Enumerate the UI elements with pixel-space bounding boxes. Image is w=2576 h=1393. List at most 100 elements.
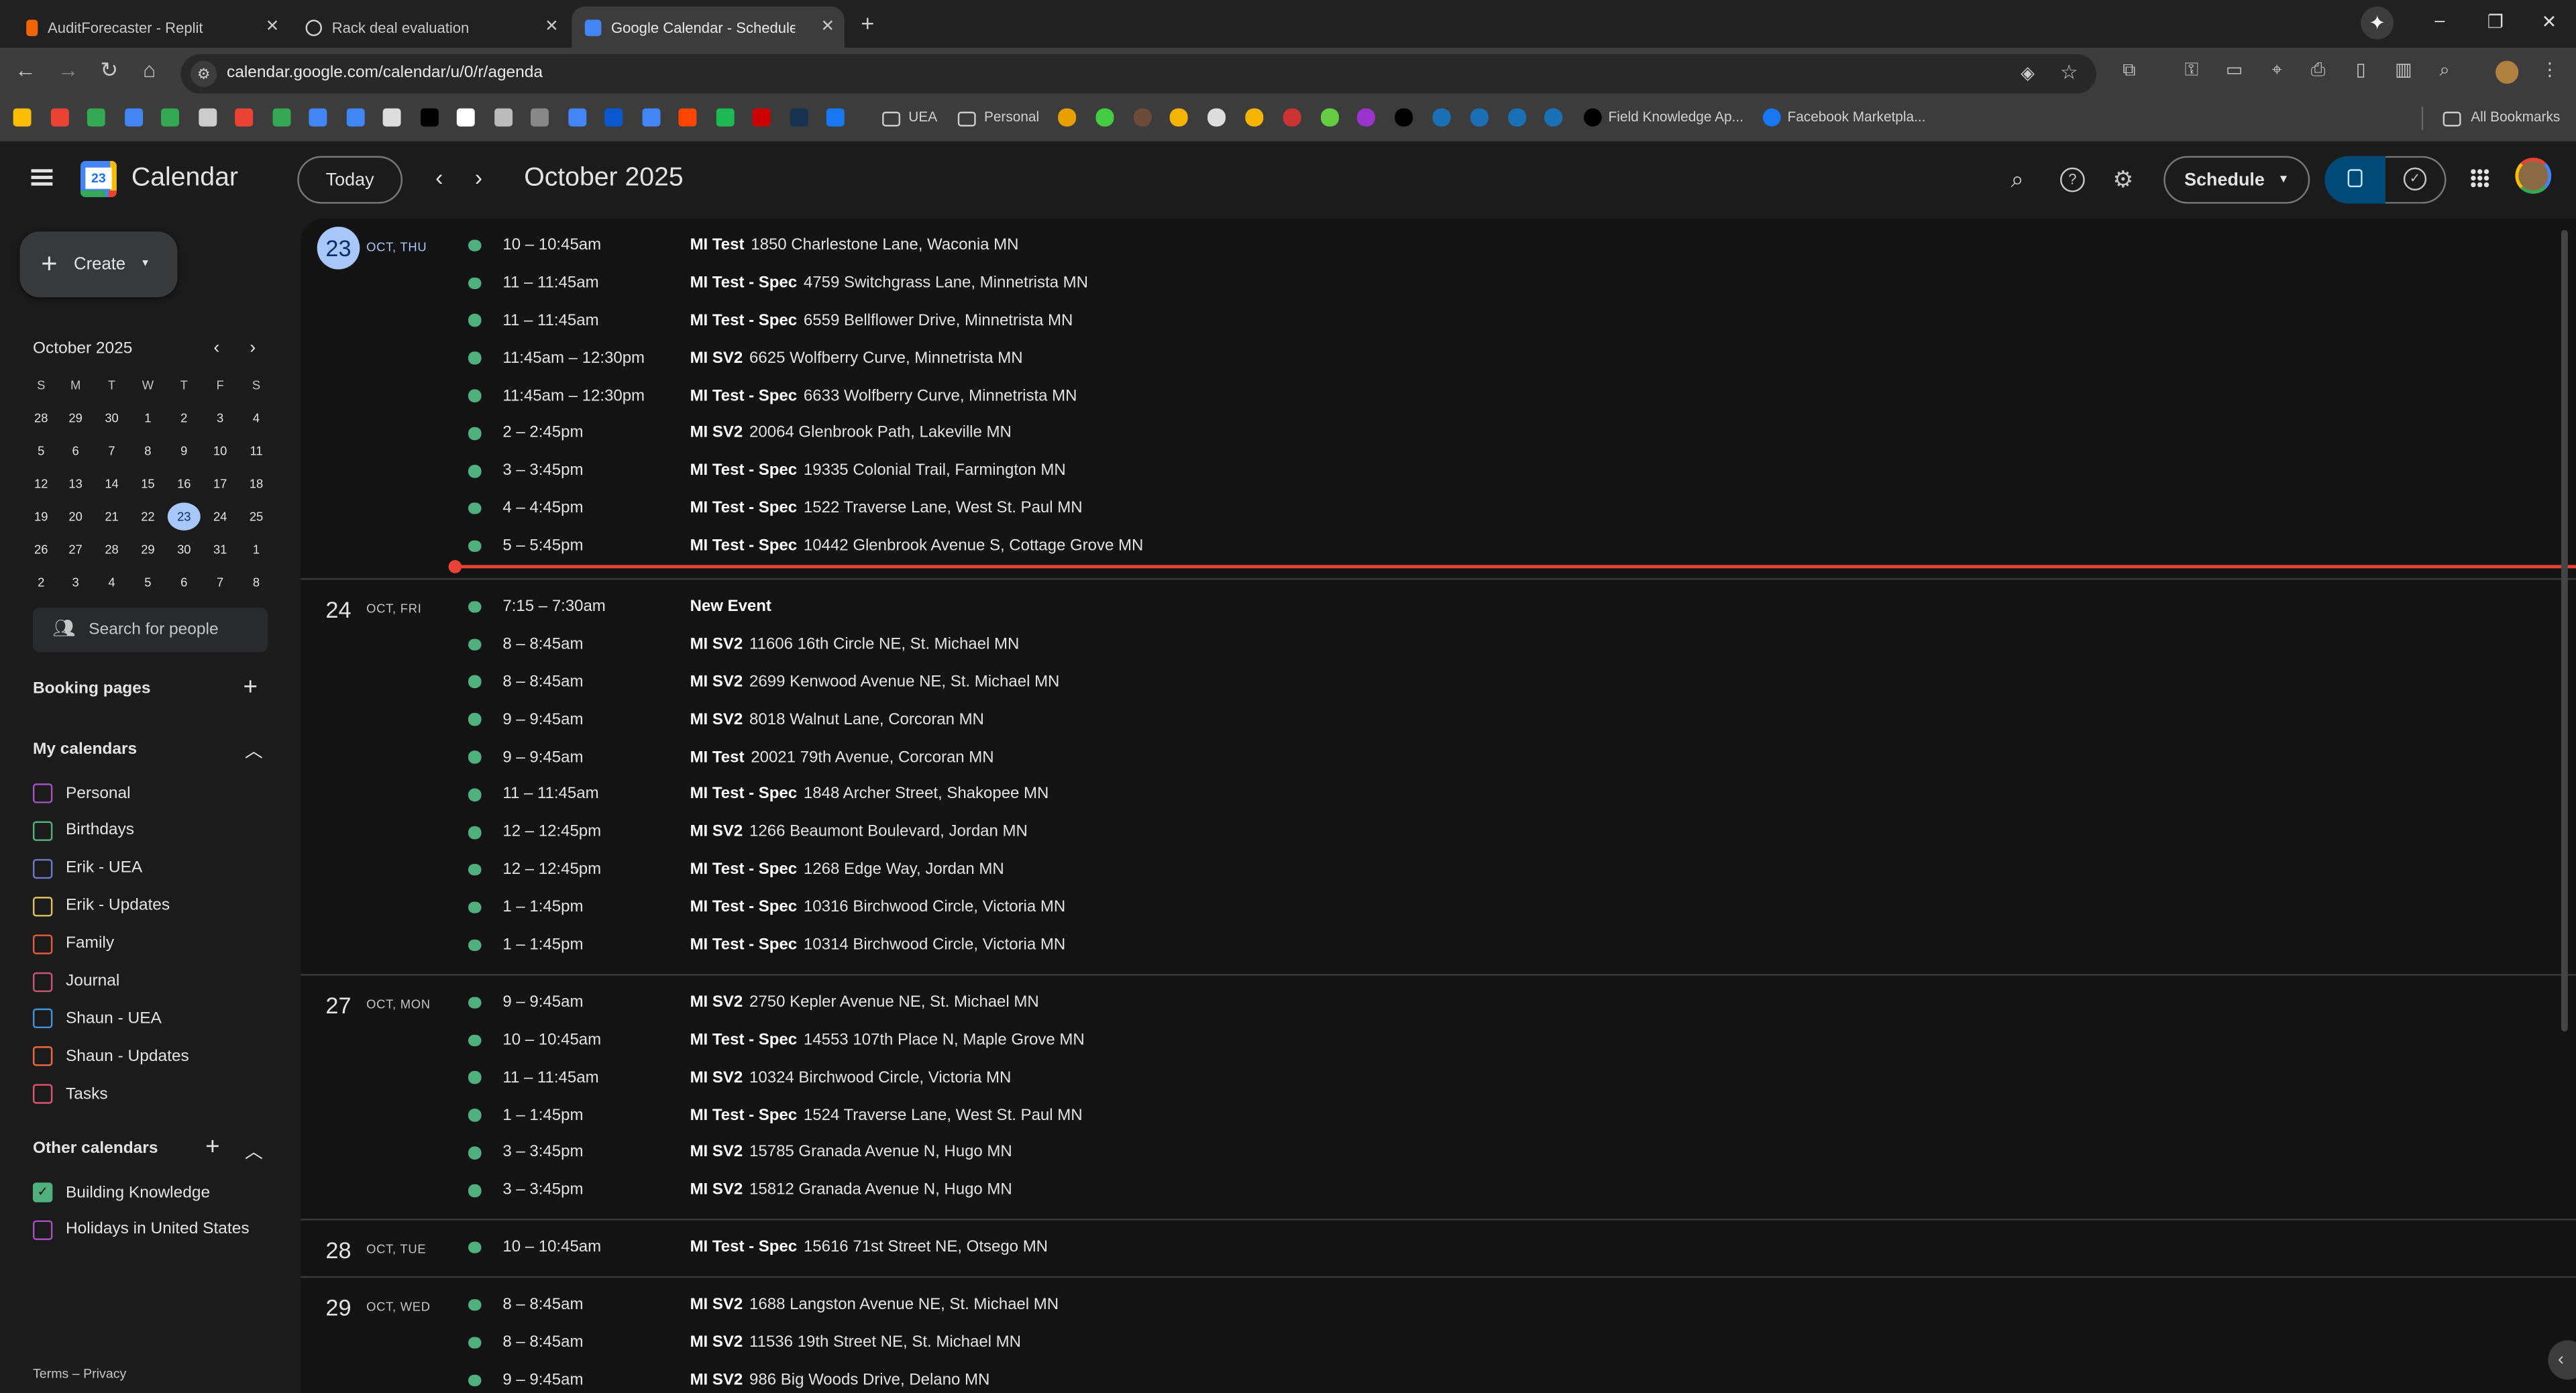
event-row[interactable]: 9 – 9:45am MI SV2 2750 Kepler Avenue NE, S… [301, 984, 2576, 1021]
google-apps-icon[interactable] [2471, 169, 2476, 174]
bookmark-star-icon[interactable]: ☆ [2060, 61, 2078, 84]
agenda-scrollbar[interactable] [2561, 229, 2568, 1032]
calendar-view-toggle[interactable] [2324, 156, 2385, 204]
add-other-calendar-icon[interactable]: + [205, 1133, 219, 1162]
bookmark-favicon-icon[interactable] [13, 108, 32, 127]
mini-calendar-day[interactable]: 29 [131, 542, 164, 557]
bookmark-favicon-icon[interactable] [1208, 108, 1226, 127]
mini-calendar-day[interactable]: 5 [131, 575, 164, 590]
mini-calendar-day[interactable]: 22 [131, 509, 164, 524]
main-menu-icon[interactable] [31, 169, 53, 173]
search-tab-icon[interactable]: ⌕ [2434, 61, 2454, 80]
mini-calendar-day[interactable]: 31 [204, 542, 237, 557]
url-text[interactable]: calendar.google.com/calendar/u/0/r/agend… [227, 64, 543, 82]
mini-calendar-day[interactable]: 28 [25, 410, 58, 425]
event-row[interactable]: 11 – 11:45am MI Test - Spec 1848 Archer St… [301, 776, 2576, 814]
bookmark-favicon-icon[interactable] [826, 108, 845, 127]
settings-gear-icon[interactable]: ⚙ [2112, 166, 2133, 194]
restore-icon[interactable]: ❐ [2487, 11, 2504, 33]
tab-google-calendar[interactable]: Google Calendar - Schedule sta ✕ [572, 6, 845, 48]
bookmark-folder-uea[interactable]: UEA [908, 109, 937, 125]
mini-calendar-day[interactable]: 8 [240, 575, 273, 590]
checkbox-icon[interactable] [32, 1009, 53, 1029]
bookmark-favicon-icon[interactable] [1357, 108, 1376, 127]
address-bar[interactable]: ⚙ calendar.google.com/calendar/u/0/r/age… [180, 54, 2096, 94]
calendar-item-shaun-uea[interactable]: Shaun - UEA [32, 1004, 162, 1034]
mini-prev-month-icon[interactable]: ‹ [213, 338, 219, 357]
search-people-input[interactable]: 👥︎ Search for people [32, 608, 268, 653]
mini-calendar-day[interactable]: 7 [95, 443, 128, 458]
mini-calendar-today[interactable]: 23 [167, 502, 201, 530]
profile-avatar[interactable] [2496, 60, 2519, 84]
mini-calendar-day[interactable]: 30 [95, 410, 128, 425]
print-icon[interactable]: ⎙ [2308, 61, 2328, 80]
all-bookmarks[interactable]: All Bookmarks [2471, 109, 2560, 125]
mini-calendar-day[interactable]: 10 [204, 443, 237, 458]
mini-calendar-day[interactable]: 14 [95, 476, 128, 491]
password-key-icon[interactable]: ⚿ [2182, 61, 2201, 80]
mini-next-month-icon[interactable]: › [250, 338, 256, 357]
forward-icon[interactable]: → [58, 58, 79, 82]
mini-calendar-day[interactable]: 8 [131, 443, 164, 458]
close-window-icon[interactable]: ✕ [2542, 11, 2557, 33]
eye-icon[interactable]: ◈ [2021, 62, 2035, 84]
payment-card-icon[interactable]: ▭ [2224, 61, 2244, 80]
account-avatar[interactable] [2515, 158, 2552, 194]
mini-calendar-day[interactable]: 28 [95, 542, 128, 557]
bookmark-favicon-icon[interactable] [789, 108, 808, 127]
mini-calendar-day[interactable]: 9 [168, 443, 201, 458]
mini-calendar-day[interactable]: 4 [95, 575, 128, 590]
bookmark-favicon-icon[interactable] [235, 108, 254, 127]
event-row[interactable]: 10 – 10:45am MI Test - Spec 14553 107th Pl… [301, 1021, 2576, 1059]
event-row[interactable]: 1 – 1:45pm MI Test - Spec 10316 Birchwood … [301, 889, 2576, 926]
event-row[interactable]: 3 – 3:45pm MI SV2 15812 Granada Avenue N, … [301, 1172, 2576, 1209]
bookmark-facebook-marketplace[interactable]: Facebook Marketpla... [1787, 109, 1925, 125]
previous-period-icon[interactable]: ‹ [435, 164, 443, 190]
event-row[interactable]: 8 – 8:45am MI SV2 1688 Langston Avenue NE,… [301, 1286, 2576, 1324]
mini-calendar-day[interactable]: 13 [59, 476, 92, 491]
mini-calendar-day[interactable]: 2 [25, 575, 58, 590]
my-calendars-heading[interactable]: My calendars [33, 740, 137, 759]
close-tab-icon[interactable]: ✕ [545, 18, 559, 36]
mini-calendar-day[interactable]: 29 [59, 410, 92, 425]
mini-calendar-day[interactable]: 7 [204, 575, 237, 590]
bookmark-favicon-icon[interactable] [382, 108, 401, 127]
mini-calendar-day[interactable]: 27 [59, 542, 92, 557]
calendar-item-shaun-updates[interactable]: Shaun - Updates [32, 1042, 189, 1071]
collapse-chevron-icon[interactable]: ︿ [245, 1138, 263, 1164]
event-row[interactable]: 9 – 9:45am MI SV2 986 Big Woods Drive, Del… [301, 1361, 2576, 1393]
bookmark-favicon-icon[interactable] [1170, 108, 1189, 127]
mini-calendar-day[interactable]: 18 [240, 476, 273, 491]
event-row[interactable]: 1 – 1:45pm MI Test - Spec 1524 Traverse La… [301, 1097, 2576, 1134]
bookmark-favicon-icon[interactable] [531, 108, 549, 127]
mini-calendar-day[interactable]: 26 [25, 542, 58, 557]
mini-calendar-day[interactable]: 4 [240, 410, 273, 425]
bookmark-favicon-icon[interactable] [161, 108, 179, 127]
bookmark-favicon-icon[interactable] [87, 108, 105, 127]
mini-calendar-day[interactable]: 21 [95, 509, 128, 524]
bookmark-favicon-icon[interactable] [50, 108, 68, 127]
mini-calendar-day[interactable]: 6 [168, 575, 201, 590]
bookmark-favicon-icon[interactable] [309, 108, 327, 127]
event-row[interactable]: 7:15 – 7:30am New Event [301, 588, 2576, 626]
bookmark-favicon-icon[interactable] [1283, 108, 1301, 127]
event-row[interactable]: 12 – 12:45pm MI Test - Spec 1268 Edge Way,… [301, 851, 2576, 889]
mini-calendar-day[interactable]: 5 [25, 443, 58, 458]
checkbox-icon[interactable] [32, 934, 53, 954]
bookmark-favicon-icon[interactable] [1544, 108, 1563, 127]
bookmark-favicon-icon[interactable] [641, 108, 660, 127]
help-icon[interactable]: ? [2060, 167, 2085, 192]
bookmark-favicon-icon[interactable] [1095, 108, 1114, 127]
checkbox-icon[interactable] [32, 971, 53, 991]
checkbox-icon[interactable] [32, 1046, 53, 1067]
event-row[interactable]: 4 – 4:45pm MI Test - Spec 1522 Traverse La… [301, 490, 2576, 527]
cast-icon[interactable]: ▯ [2351, 61, 2370, 80]
bookmark-favicon-icon[interactable] [419, 108, 438, 127]
new-tab-button[interactable]: + [861, 10, 874, 36]
tab-rack-deal[interactable]: Rack deal evaluation ✕ [299, 7, 569, 48]
mini-calendar-day[interactable]: 16 [168, 476, 201, 491]
event-row[interactable]: 1 – 1:45pm MI Test - Spec 10314 Birchwood … [301, 926, 2576, 964]
bookmark-favicon-icon[interactable] [1320, 108, 1338, 127]
checkbox-icon[interactable] [32, 1220, 53, 1240]
event-row[interactable]: 3 – 3:45pm MI Test - Spec 19335 Colonial T… [301, 452, 2576, 490]
